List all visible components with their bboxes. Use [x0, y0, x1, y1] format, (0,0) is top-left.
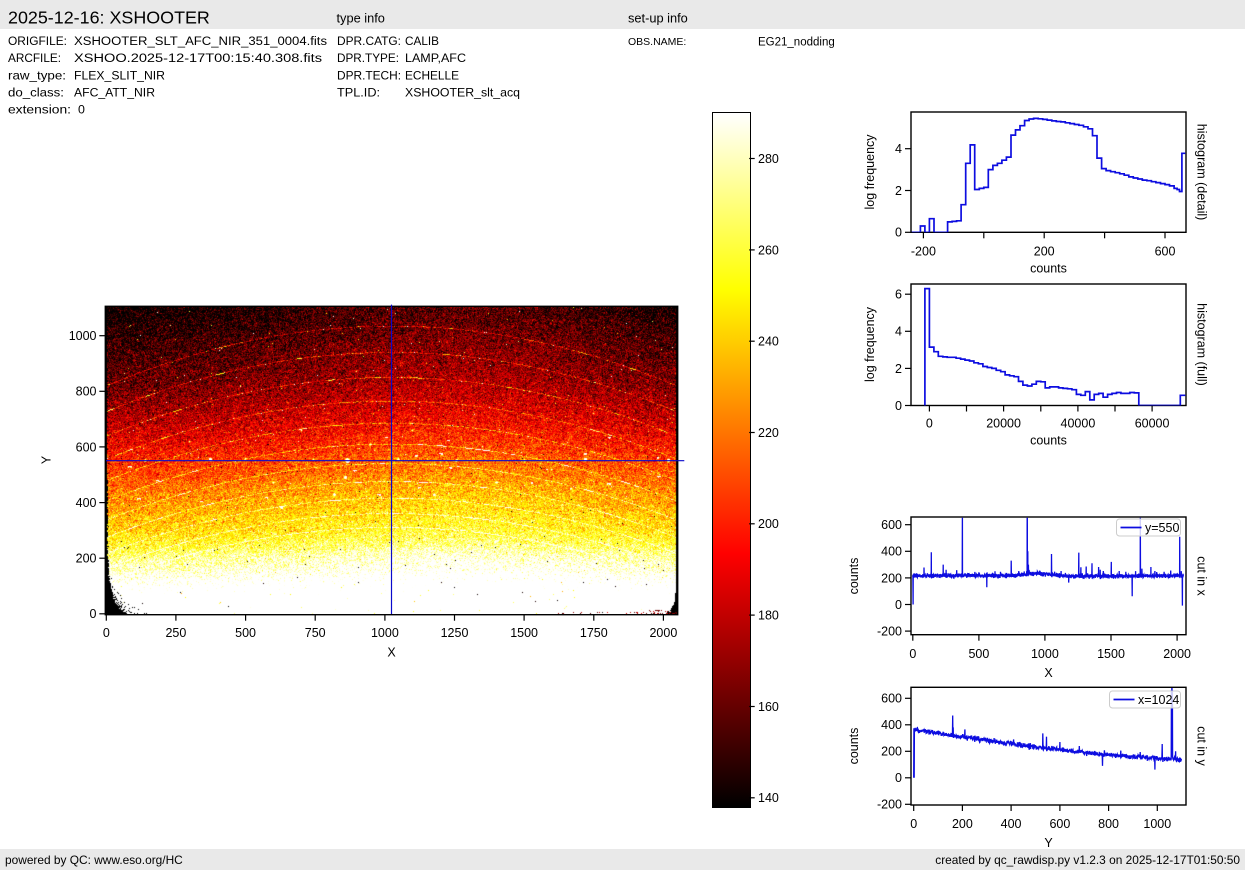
svg-text:DPR.TECH:: DPR.TECH: — [337, 69, 401, 83]
svg-text:600: 600 — [881, 692, 902, 706]
svg-text:ORIGFILE:: ORIGFILE: — [8, 34, 67, 48]
svg-text:histogram (full): histogram (full) — [1195, 303, 1209, 386]
svg-text:2: 2 — [895, 184, 902, 198]
svg-text:250: 250 — [165, 626, 186, 640]
svg-text:X: X — [1044, 666, 1053, 680]
svg-text:4: 4 — [895, 142, 902, 156]
svg-text:400: 400 — [76, 496, 97, 510]
svg-text:4: 4 — [895, 325, 902, 339]
svg-text:0: 0 — [895, 226, 902, 240]
svg-text:180: 180 — [758, 609, 779, 623]
svg-text:1250: 1250 — [441, 626, 469, 640]
svg-text:600: 600 — [76, 440, 97, 454]
svg-text:type info: type info — [337, 11, 385, 26]
svg-text:FLEX_SLIT_NIR: FLEX_SLIT_NIR — [74, 69, 165, 83]
svg-text:750: 750 — [305, 626, 326, 640]
svg-text:200: 200 — [76, 552, 97, 566]
svg-text:1500: 1500 — [510, 626, 538, 640]
svg-text:do_class:: do_class: — [8, 86, 64, 100]
svg-text:240: 240 — [758, 335, 779, 349]
svg-text:raw_type:: raw_type: — [8, 69, 66, 83]
svg-text:600: 600 — [1155, 244, 1176, 258]
svg-text:800: 800 — [76, 385, 97, 399]
svg-text:LAMP,AFC: LAMP,AFC — [405, 51, 466, 65]
svg-text:0: 0 — [895, 598, 902, 612]
svg-text:160: 160 — [758, 700, 779, 714]
svg-text:60000: 60000 — [1135, 417, 1170, 431]
svg-text:0: 0 — [909, 647, 916, 661]
svg-text:600: 600 — [1049, 817, 1070, 831]
svg-text:powered by QC: www.eso.org/HC: powered by QC: www.eso.org/HC — [5, 853, 183, 867]
svg-text:1500: 1500 — [1097, 647, 1125, 661]
svg-text:200: 200 — [881, 745, 902, 759]
svg-text:200: 200 — [1034, 244, 1055, 258]
svg-text:140: 140 — [758, 791, 779, 805]
svg-text:cut in y: cut in y — [1195, 726, 1209, 766]
svg-text:ARCFILE:: ARCFILE: — [8, 51, 61, 65]
svg-text:EG21_nodding: EG21_nodding — [758, 37, 835, 49]
svg-text:200: 200 — [758, 517, 779, 531]
svg-text:6: 6 — [895, 288, 902, 302]
svg-text:X: X — [387, 646, 396, 660]
svg-text:TPL.ID:: TPL.ID: — [337, 86, 380, 100]
svg-text:0: 0 — [90, 607, 97, 621]
svg-text:counts: counts — [1030, 434, 1067, 448]
svg-text:OBS.NAME:: OBS.NAME: — [628, 36, 686, 48]
svg-text:set-up info: set-up info — [628, 11, 688, 26]
svg-text:200: 200 — [881, 571, 902, 585]
svg-text:XSHOO.2025-12-17T00:15:40.308.: XSHOO.2025-12-17T00:15:40.308.fits — [74, 51, 322, 65]
svg-text:1000: 1000 — [69, 329, 97, 343]
svg-text:log frequency: log frequency — [863, 134, 877, 210]
svg-text:0: 0 — [910, 817, 917, 831]
svg-text:220: 220 — [758, 426, 779, 440]
svg-text:XSHOOTER_slt_acq: XSHOOTER_slt_acq — [405, 86, 520, 100]
svg-text:DPR.TYPE:: DPR.TYPE: — [337, 51, 399, 65]
svg-text:y=550: y=550 — [1145, 521, 1179, 535]
svg-text:2: 2 — [895, 362, 902, 376]
svg-text:2000: 2000 — [1163, 647, 1191, 661]
svg-text:XSHOOTER_SLT_AFC_NIR_351_0004.: XSHOOTER_SLT_AFC_NIR_351_0004.fits — [74, 34, 327, 48]
svg-text:400: 400 — [881, 718, 902, 732]
svg-text:600: 600 — [881, 518, 902, 532]
svg-text:counts: counts — [1030, 261, 1067, 275]
svg-text:0: 0 — [895, 399, 902, 413]
svg-text:log frequency: log frequency — [863, 306, 877, 382]
svg-text:histogram (detail): histogram (detail) — [1195, 124, 1209, 221]
svg-text:20000: 20000 — [986, 417, 1021, 431]
svg-text:extension:: extension: — [8, 103, 71, 117]
svg-text:counts: counts — [847, 558, 861, 595]
svg-text:500: 500 — [235, 626, 256, 640]
svg-text:0: 0 — [103, 626, 110, 640]
svg-text:DPR.CATG:: DPR.CATG: — [337, 34, 401, 48]
svg-text:-200: -200 — [911, 244, 936, 258]
svg-text:1000: 1000 — [371, 626, 399, 640]
svg-text:2025-12-16: XSHOOTER: 2025-12-16: XSHOOTER — [8, 8, 210, 28]
svg-text:0: 0 — [895, 771, 902, 785]
svg-text:Y: Y — [1044, 836, 1053, 850]
svg-text:-200: -200 — [877, 798, 902, 812]
svg-text:800: 800 — [1098, 817, 1119, 831]
svg-text:1000: 1000 — [1031, 647, 1059, 661]
svg-text:Y: Y — [40, 455, 54, 464]
svg-text:1750: 1750 — [580, 626, 608, 640]
svg-text:0: 0 — [78, 103, 85, 117]
svg-text:0: 0 — [926, 417, 933, 431]
svg-text:AFC_ATT_NIR: AFC_ATT_NIR — [74, 86, 155, 100]
svg-text:2000: 2000 — [649, 626, 677, 640]
svg-text:400: 400 — [881, 545, 902, 559]
svg-text:created by qc_rawdisp.py v1.2.: created by qc_rawdisp.py v1.2.3 on 2025-… — [935, 853, 1240, 867]
svg-text:CALIB: CALIB — [405, 34, 439, 48]
svg-text:1000: 1000 — [1143, 817, 1171, 831]
svg-text:40000: 40000 — [1061, 417, 1096, 431]
svg-text:400: 400 — [1001, 817, 1022, 831]
svg-text:counts: counts — [847, 728, 861, 765]
svg-text:cut in x: cut in x — [1195, 556, 1209, 596]
svg-text:x=1024: x=1024 — [1138, 693, 1179, 707]
svg-text:-200: -200 — [877, 625, 902, 639]
svg-text:260: 260 — [758, 243, 779, 257]
svg-text:200: 200 — [952, 817, 973, 831]
svg-text:500: 500 — [968, 647, 989, 661]
svg-text:280: 280 — [758, 152, 779, 166]
svg-text:ECHELLE: ECHELLE — [405, 69, 459, 83]
